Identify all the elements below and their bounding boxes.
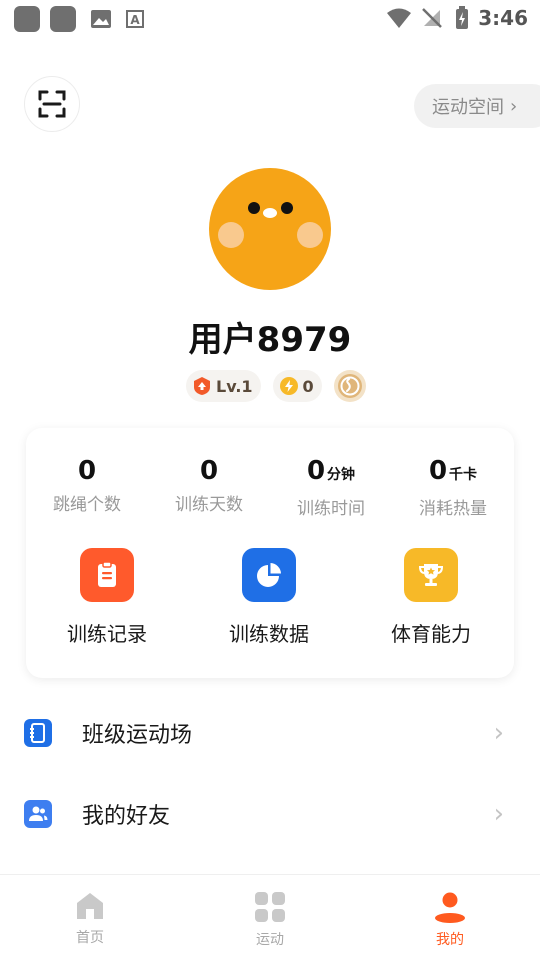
level-label: Lv.1 <box>216 376 253 396</box>
friends-icon <box>24 800 52 828</box>
energy-coin-icon <box>279 377 298 395</box>
nav-mine[interactable]: 我的 <box>360 875 540 960</box>
chick-face-icon <box>218 202 323 248</box>
stat-value: 0 <box>77 456 97 486</box>
menu-item-my-friends[interactable]: 我的好友 › <box>0 784 540 844</box>
scan-button[interactable] <box>24 76 80 132</box>
points-value: 0 <box>302 376 314 396</box>
stats-card: 0 跳绳个数 0 训练天数 0 分钟 训练时间 0 千卡 消耗热量 训练记录 训… <box>26 428 514 678</box>
sports-ability-button[interactable]: 体育能力 <box>350 548 512 647</box>
battery-charging-icon <box>456 6 469 29</box>
keyboard-a-icon: A <box>126 10 144 28</box>
clipboard-icon <box>80 548 134 602</box>
notification-app-icon <box>14 6 40 32</box>
svg-text:A: A <box>130 13 140 27</box>
scan-icon <box>38 90 66 118</box>
stat-value: 0 <box>428 456 448 486</box>
points-badge[interactable]: 0 <box>272 370 322 402</box>
medal-icon <box>337 374 362 398</box>
avatar[interactable] <box>209 168 331 290</box>
username: 用户8979 <box>188 320 352 360</box>
stat-label: 训练天数 <box>175 495 243 515</box>
grid-icon <box>255 892 285 922</box>
wifi-icon <box>387 8 412 28</box>
stat-value: 0 <box>306 456 326 486</box>
nav-sport[interactable]: 运动 <box>180 875 360 960</box>
menu-label: 班级运动场 <box>82 723 193 748</box>
nav-label: 首页 <box>76 930 104 946</box>
home-icon <box>77 893 103 919</box>
stat-label: 训练时间 <box>297 499 365 519</box>
medal-badge[interactable] <box>333 370 366 402</box>
notification-app-icon <box>50 6 76 32</box>
nav-label: 我的 <box>436 932 464 948</box>
class-book-icon <box>24 719 52 747</box>
stat-unit: 千卡 <box>449 467 478 483</box>
profile-icon <box>435 892 465 923</box>
chevron-right-icon: › <box>510 95 518 117</box>
stat-value: 0 <box>199 456 219 486</box>
nav-home[interactable]: 首页 <box>0 875 180 960</box>
status-bar: A 3:46 <box>0 0 540 38</box>
level-shield-icon <box>194 377 210 395</box>
profile-badges: Lv.1 0 <box>186 370 366 402</box>
image-icon <box>91 10 111 28</box>
trophy-icon <box>404 548 458 602</box>
stat-jump-count: 0 跳绳个数 <box>26 454 148 519</box>
menu-label: 我的好友 <box>82 804 171 829</box>
feature-label: 训练记录 <box>67 622 147 646</box>
chevron-right-icon: › <box>493 799 504 829</box>
training-records-button[interactable]: 训练记录 <box>26 548 188 647</box>
menu-item-class-playground[interactable]: 班级运动场 › <box>0 703 540 763</box>
bottom-nav: 首页 运动 我的 <box>0 874 540 960</box>
stat-unit: 分钟 <box>327 467 356 483</box>
stat-label: 消耗热量 <box>419 499 487 519</box>
stats-row: 0 跳绳个数 0 训练天数 0 分钟 训练时间 0 千卡 消耗热量 <box>26 454 514 519</box>
feature-row: 训练记录 训练数据 体育能力 <box>26 548 514 647</box>
nav-label: 运动 <box>256 932 284 948</box>
feature-label: 体育能力 <box>391 622 471 646</box>
sport-space-button[interactable]: 运动空间 › <box>414 84 540 128</box>
clock: 3:46 <box>478 6 528 30</box>
stat-label: 跳绳个数 <box>53 495 121 515</box>
stat-calories: 0 千卡 消耗热量 <box>392 454 514 519</box>
pie-chart-icon <box>242 548 296 602</box>
feature-label: 训练数据 <box>229 622 309 646</box>
level-badge[interactable]: Lv.1 <box>186 370 261 402</box>
sport-space-label: 运动空间 <box>432 97 504 118</box>
stat-training-days: 0 训练天数 <box>148 454 270 519</box>
training-data-button[interactable]: 训练数据 <box>188 548 350 647</box>
no-signal-icon <box>422 8 443 28</box>
stat-training-time: 0 分钟 训练时间 <box>270 454 392 519</box>
chevron-right-icon: › <box>493 718 504 748</box>
